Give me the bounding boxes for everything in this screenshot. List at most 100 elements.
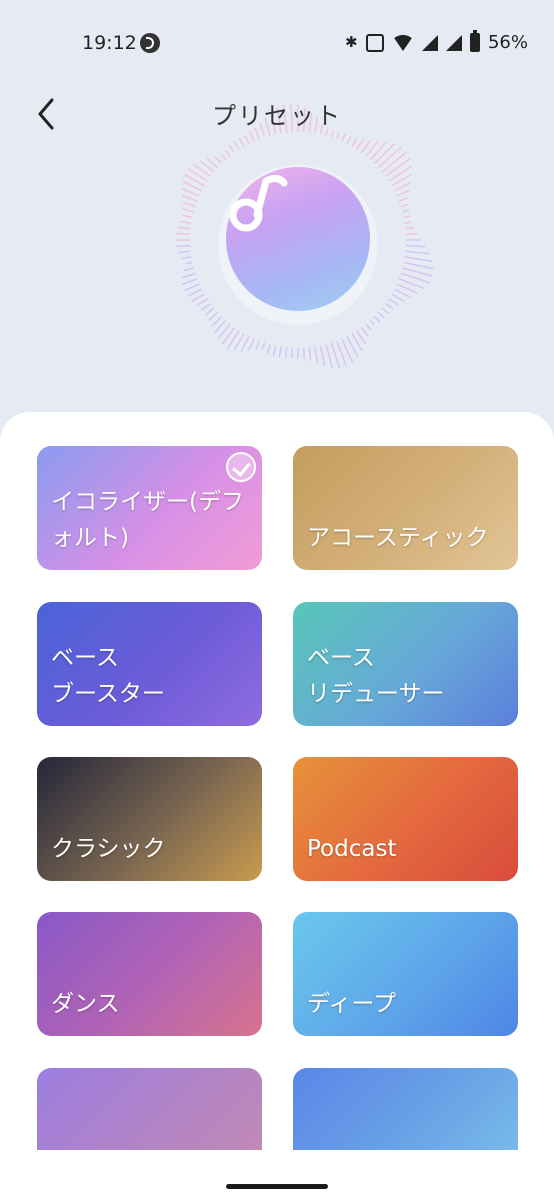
wave-bar bbox=[182, 208, 194, 213]
wave-bar bbox=[319, 345, 326, 366]
preset-label: ベース リデューサー bbox=[307, 645, 445, 707]
wave-bar bbox=[373, 142, 396, 165]
wave-bar bbox=[243, 134, 250, 145]
wave-bar bbox=[224, 149, 231, 157]
wave-bar bbox=[381, 307, 390, 314]
wave-bar bbox=[266, 344, 271, 354]
wave-bar bbox=[179, 220, 192, 224]
preset-label: ベース ブースター bbox=[51, 645, 165, 707]
wave-bar bbox=[233, 140, 240, 150]
wave-bar bbox=[181, 272, 196, 279]
wave-bar bbox=[182, 194, 198, 202]
wave-bar bbox=[211, 315, 223, 327]
home-handle[interactable] bbox=[226, 1184, 328, 1189]
wave-bar bbox=[191, 293, 205, 302]
status-time: 19:12 bbox=[82, 32, 137, 54]
navigation-bar bbox=[0, 1150, 554, 1200]
wave-bar bbox=[377, 311, 385, 319]
page-title: プリセット bbox=[212, 102, 342, 130]
wave-bar bbox=[182, 201, 196, 208]
bluetooth-icon bbox=[345, 33, 358, 53]
preset-card-podcast[interactable]: Podcast bbox=[293, 757, 518, 881]
preset-card-deep[interactable]: ディープ bbox=[293, 912, 518, 1036]
wave-bar bbox=[247, 338, 255, 352]
preset-card-classic[interactable]: クラシック bbox=[37, 757, 262, 881]
preset-card-bass-booster[interactable]: ベース ブースター bbox=[37, 602, 262, 726]
wave-bar bbox=[302, 347, 305, 360]
wave-bar bbox=[182, 256, 192, 260]
wave-bar bbox=[181, 214, 193, 219]
wave-bar bbox=[291, 347, 294, 359]
hero-disc bbox=[226, 167, 370, 311]
wave-bar bbox=[391, 293, 405, 302]
preset-label: アコースティック bbox=[307, 525, 489, 551]
wave-bar bbox=[183, 283, 200, 292]
preset-label: ディープ bbox=[307, 991, 397, 1017]
battery-percent: 56% bbox=[487, 32, 528, 53]
preset-card-equalizer-default[interactable]: イコライザー(デフ ォルト) bbox=[37, 446, 262, 570]
wave-bar bbox=[284, 347, 288, 359]
signal-icon-2 bbox=[445, 34, 462, 51]
wave-bar bbox=[403, 215, 410, 219]
wave-bar bbox=[404, 256, 433, 262]
wave-bar bbox=[356, 330, 366, 344]
wave-bar bbox=[402, 209, 410, 213]
wave-bar bbox=[213, 155, 223, 165]
wave-bar bbox=[341, 134, 346, 142]
wave-bar bbox=[405, 244, 426, 248]
signal-icon bbox=[421, 34, 438, 51]
wave-bar bbox=[178, 250, 191, 254]
wave-bar bbox=[185, 261, 193, 265]
wave-bar bbox=[187, 167, 208, 182]
preset-card-dance[interactable]: ダンス bbox=[37, 912, 262, 1036]
wave-bar bbox=[204, 307, 215, 316]
preset-label: イコライザー(デフ ォルト) bbox=[51, 489, 244, 551]
wave-bar bbox=[200, 302, 212, 311]
wave-bar bbox=[398, 196, 410, 202]
wave-bar bbox=[228, 144, 236, 154]
wave-bar bbox=[404, 221, 412, 224]
wave-bar bbox=[336, 132, 340, 140]
wave-bar bbox=[346, 136, 352, 145]
preset-label: ダンス bbox=[51, 991, 120, 1017]
preset-card-bass-reducer[interactable]: ベース リデューサー bbox=[293, 602, 518, 726]
wave-bar bbox=[369, 319, 376, 326]
wave-bar bbox=[249, 131, 255, 142]
wave-bar bbox=[278, 346, 282, 358]
wave-bar bbox=[405, 227, 414, 230]
hero-visual bbox=[130, 95, 490, 375]
wave-bar bbox=[388, 165, 412, 182]
wave-bar bbox=[360, 326, 369, 337]
vibrate-icon bbox=[365, 33, 384, 52]
wave-bar bbox=[181, 278, 198, 286]
wave-bar bbox=[238, 137, 245, 147]
preset-card-acoustic[interactable]: アコースティック bbox=[293, 446, 518, 570]
wave-bar bbox=[325, 344, 333, 368]
wave-bar bbox=[261, 342, 266, 350]
status-bar: 19:12 56% bbox=[0, 0, 554, 88]
wave-bar bbox=[369, 140, 388, 161]
wave-bar bbox=[384, 302, 394, 310]
check-circle-icon bbox=[226, 452, 256, 482]
wave-bar bbox=[192, 163, 212, 178]
status-icons: 56% bbox=[345, 30, 528, 53]
app-notification-icon bbox=[140, 33, 160, 53]
wave-bar bbox=[373, 315, 381, 323]
preset-sheet: イコライザー(デフ ォルト) アコースティック ベース ブースター ベース リデ… bbox=[0, 412, 554, 1200]
preset-label: クラシック bbox=[51, 836, 166, 862]
wave-bar bbox=[405, 233, 417, 236]
wave-bar bbox=[255, 340, 260, 350]
wave-bar bbox=[220, 154, 227, 161]
wave-bar bbox=[403, 261, 434, 270]
wave-bar bbox=[177, 226, 191, 230]
wave-bar bbox=[351, 137, 358, 147]
preset-label: Podcast bbox=[307, 836, 397, 862]
wave-bar bbox=[208, 311, 219, 321]
music-note-icon bbox=[229, 174, 288, 232]
wave-bar bbox=[405, 250, 430, 255]
wave-bar bbox=[183, 267, 194, 272]
wave-bar bbox=[388, 298, 399, 306]
wave-bar bbox=[175, 232, 191, 236]
battery-icon bbox=[469, 30, 480, 52]
wave-bar bbox=[356, 138, 365, 150]
